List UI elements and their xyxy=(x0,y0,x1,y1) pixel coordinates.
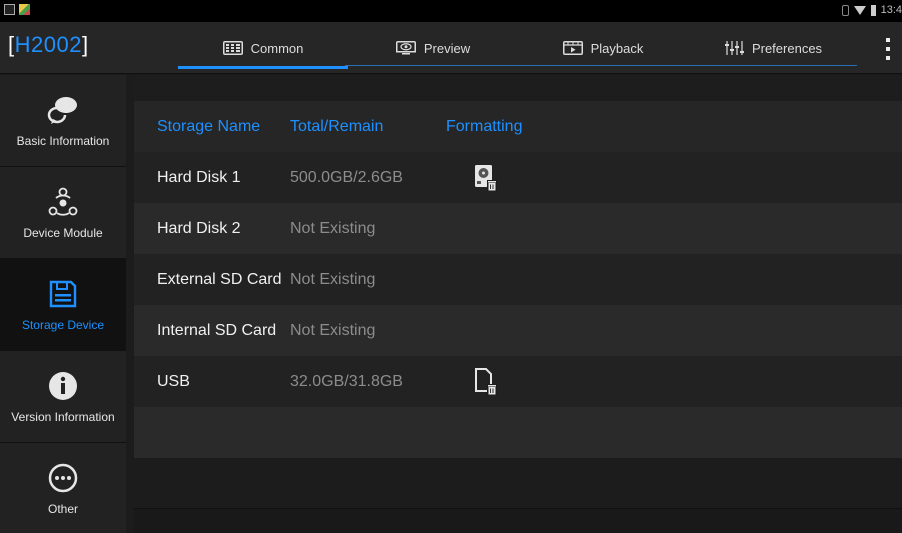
sidebar-item-other[interactable]: Other xyxy=(0,443,126,533)
more-dots-icon xyxy=(48,463,78,492)
tab-preview-label: Preview xyxy=(423,40,471,56)
table-row: Internal SD Card Not Existing xyxy=(134,305,902,356)
storage-name: USB xyxy=(157,372,190,390)
status-bar: 13:4 xyxy=(0,0,902,22)
bluetooth-icon xyxy=(841,4,849,16)
storage-capacity: 32.0GB/31.8GB xyxy=(290,372,403,390)
sidebar-item-device-module[interactable]: Device Module xyxy=(0,167,126,259)
eye-icon xyxy=(395,41,416,55)
tab-common-label: Common xyxy=(250,40,304,56)
storage-panel: Storage Name Total/Remain Formatting Har… xyxy=(126,75,902,533)
screenshot-icon xyxy=(4,4,15,15)
battery-icon xyxy=(870,4,876,16)
sidebar: Basic Information Device Module Storage … xyxy=(0,75,126,533)
tab-preferences[interactable]: Preferences xyxy=(688,22,858,74)
brand-logo: [H2002] xyxy=(8,32,89,57)
storage-name: Internal SD Card xyxy=(157,321,277,339)
sidebar-item-storage-device[interactable]: Storage Device xyxy=(0,259,126,351)
file-delete-icon[interactable] xyxy=(474,367,498,396)
speech-bubbles-icon xyxy=(47,96,77,124)
film-icon xyxy=(562,41,583,55)
column-header-storage-name: Storage Name xyxy=(157,117,261,135)
info-icon xyxy=(49,371,77,400)
table-row-empty xyxy=(134,407,902,458)
app-header: [H2002] Common Preview Playback Preferen… xyxy=(0,22,902,74)
tab-common[interactable]: Common xyxy=(178,22,348,74)
tab-preview[interactable]: Preview xyxy=(348,22,518,74)
storage-name: External SD Card xyxy=(157,270,282,288)
storage-name: Hard Disk 1 xyxy=(157,168,241,186)
storage-name: Hard Disk 2 xyxy=(157,219,241,237)
sidebar-item-version-information[interactable]: Version Information xyxy=(0,351,126,443)
column-header-formatting: Formatting xyxy=(446,117,523,135)
tab-bar: Common Preview Playback Preferences xyxy=(178,22,858,74)
hdd-format-icon[interactable] xyxy=(474,164,498,192)
column-header-total-remain: Total/Remain xyxy=(290,117,384,135)
storage-table: Storage Name Total/Remain Formatting Har… xyxy=(134,101,902,458)
storage-capacity: Not Existing xyxy=(290,270,376,288)
module-network-icon xyxy=(48,187,78,216)
tab-playback-label: Playback xyxy=(590,40,644,56)
table-row: External SD Card Not Existing xyxy=(134,254,902,305)
tab-preferences-label: Preferences xyxy=(751,40,823,56)
table-row: USB 32.0GB/31.8GB xyxy=(134,356,902,407)
table-header: Storage Name Total/Remain Formatting xyxy=(134,101,902,152)
sidebar-item-basic-information[interactable]: Basic Information xyxy=(0,75,126,167)
sliders-icon xyxy=(724,41,744,55)
floppy-disk-icon xyxy=(49,280,77,307)
storage-capacity: Not Existing xyxy=(290,219,376,237)
overflow-menu-icon[interactable] xyxy=(886,38,890,60)
brand-name: H2002 xyxy=(14,32,82,57)
table-row: Hard Disk 2 Not Existing xyxy=(134,203,902,254)
status-time: 13:4 xyxy=(880,4,902,16)
storage-capacity: Not Existing xyxy=(290,321,376,339)
grid-icon xyxy=(222,41,243,55)
gallery-icon xyxy=(19,4,30,15)
wifi-icon xyxy=(853,5,866,15)
table-row: Hard Disk 1 500.0GB/2.6GB xyxy=(134,152,902,203)
storage-capacity: 500.0GB/2.6GB xyxy=(290,168,403,186)
tab-playback[interactable]: Playback xyxy=(518,22,688,74)
